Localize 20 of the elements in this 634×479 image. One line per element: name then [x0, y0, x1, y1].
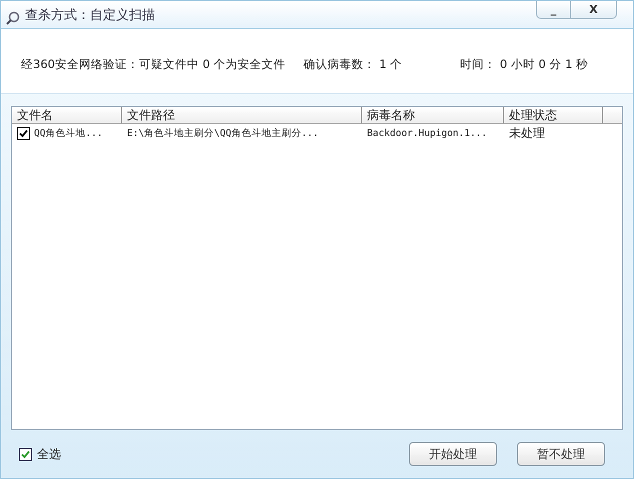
search-icon	[5, 10, 21, 26]
skip-button[interactable]: 暂不处理	[517, 442, 605, 466]
row-checkbox[interactable]	[17, 126, 30, 140]
start-button[interactable]: 开始处理	[409, 442, 497, 466]
table-cell: 未处理	[509, 124, 545, 142]
column-header[interactable]: 文件路径	[122, 107, 362, 124]
time-text: 时间： 0 小时 0 分 1 秒	[460, 56, 588, 72]
table-cell: Backdoor.Hupigon.1...	[367, 128, 488, 138]
virus-count-text: 确认病毒数： 1 个	[304, 56, 402, 72]
window-title: 查杀方式：自定义扫描	[25, 6, 155, 24]
select-all-label: 全选	[37, 446, 61, 462]
verified-text: 经360安全网络验证：可疑文件中 0 个为安全文件	[21, 56, 286, 72]
select-all-checkbox[interactable]	[19, 448, 32, 460]
close-button[interactable]: X	[571, 1, 617, 19]
table-cell: QQ角色斗地...	[34, 126, 103, 140]
minimize-button[interactable]: _	[536, 1, 571, 19]
column-header[interactable]: 文件名	[12, 107, 122, 124]
column-header[interactable]: 处理状态	[504, 107, 603, 124]
column-header[interactable]: 病毒名称	[362, 107, 504, 124]
table-cell: E:\角色斗地主刷分\QQ角色斗地主刷分...	[127, 126, 318, 140]
